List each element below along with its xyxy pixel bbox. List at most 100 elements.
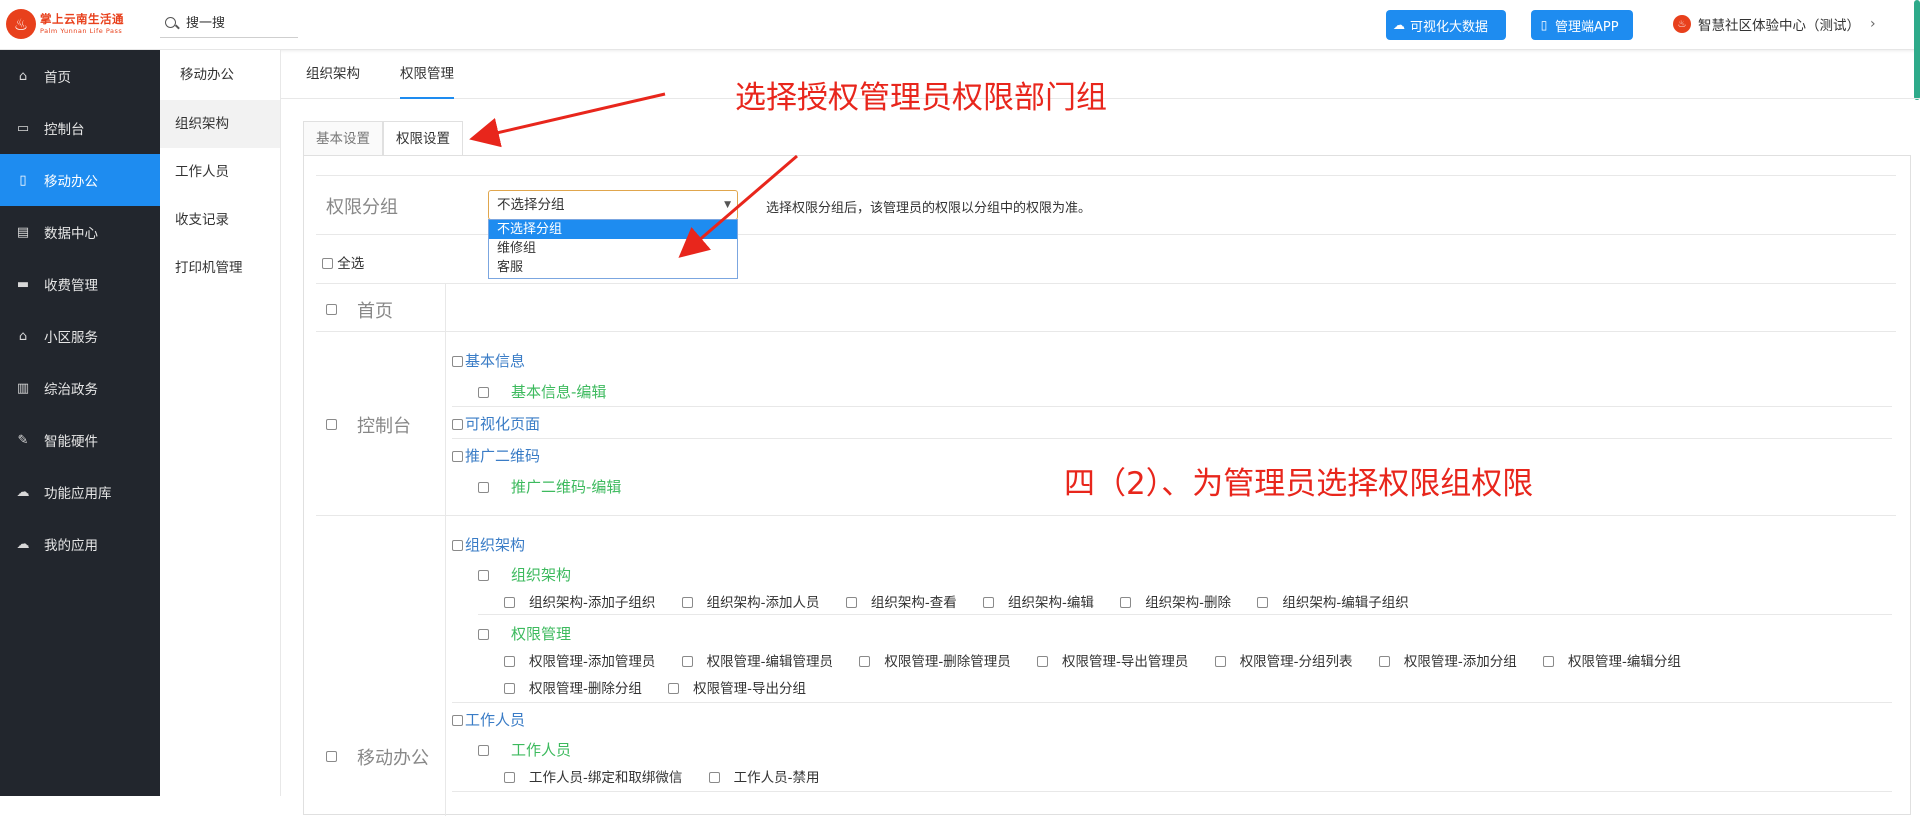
perm-l3[interactable]: 权限管理-导出分组 (668, 677, 806, 697)
perm-checkbox[interactable] (478, 745, 489, 756)
perm-l3[interactable]: 组织架构-添加人员 (681, 591, 820, 611)
perm-checkbox[interactable] (478, 629, 489, 640)
perm-checkbox[interactable] (983, 597, 995, 608)
dropdown-option[interactable]: 不选择分组 (489, 220, 737, 239)
perm-checkbox[interactable] (1214, 656, 1226, 667)
perm-l3[interactable]: 权限管理-添加管理员 (504, 650, 655, 670)
sidebar-item-app-library[interactable]: ☁ 功能应用库 (0, 466, 160, 518)
sub-item-finance[interactable]: 收支记录 (160, 196, 280, 244)
search-icon[interactable] (164, 16, 180, 32)
perm-l3[interactable]: 权限管理-编辑管理员 (681, 650, 833, 670)
perm-checkbox[interactable] (478, 570, 489, 581)
sidebar-item-mobile-office[interactable]: ▯ 移动办公 (0, 154, 160, 206)
section-checkbox[interactable] (326, 751, 337, 762)
perm-checkbox[interactable] (504, 656, 515, 667)
perm-l3[interactable]: 权限管理-导出管理员 (1037, 650, 1188, 670)
permission-group-row: 权限分组 不选择分组 ▼ 选择权限分组后，该管理员的权限以分组中的权限为准。 不… (316, 175, 1896, 279)
logo[interactable]: ♨ 掌上云南生活通 Palm Yunnan Life Pass (6, 9, 124, 39)
perm-l3[interactable]: 权限管理-删除分组 (504, 677, 642, 697)
mobile-icon: ▯ (19, 172, 27, 188)
perm-checkbox[interactable] (452, 419, 463, 430)
perm-l3[interactable]: 工作人员-禁用 (708, 766, 820, 786)
perm-l3[interactable]: 组织架构-编辑 (983, 591, 1094, 611)
permission-group-label: 权限分组 (326, 197, 398, 218)
perm-l2[interactable]: 权限管理 (478, 623, 571, 644)
perm-checkbox[interactable] (845, 597, 857, 608)
sidebar-item-my-apps[interactable]: ☁ 我的应用 (0, 518, 160, 570)
bigdata-button[interactable]: ☁ 可视化大数据 (1386, 10, 1506, 40)
sidebar-item-label: 收费管理 (44, 278, 98, 294)
tab-permission[interactable]: 权限管理 (400, 50, 454, 99)
sub-item-org[interactable]: 组织架构 (160, 100, 280, 148)
sidebar-item-data-center[interactable]: ▤ 数据中心 (0, 206, 160, 258)
cloud-download-icon: ☁ (16, 484, 30, 500)
sidebar-item-hardware[interactable]: ✎ 智能硬件 (0, 414, 160, 466)
user-menu[interactable]: ♨ 智慧社区体验中心（测试） › (1673, 14, 1876, 34)
perm-checkbox[interactable] (478, 482, 489, 493)
perm-checkbox[interactable] (1037, 656, 1049, 667)
dropdown-option[interactable]: 维修组 (489, 239, 737, 258)
perm-checkbox[interactable] (452, 451, 463, 462)
admin-app-button[interactable]: ▯ 管理端APP (1531, 10, 1633, 40)
logo-subtitle: Palm Yunnan Life Pass (40, 27, 123, 35)
perm-l3[interactable]: 组织架构-查看 (845, 591, 957, 611)
perm-l1[interactable]: 组织架构 (452, 534, 525, 555)
perm-checkbox[interactable] (452, 715, 463, 726)
tab-org[interactable]: 组织架构 (306, 50, 360, 98)
perm-l2[interactable]: 工作人员 (478, 739, 571, 760)
select-all-checkbox[interactable] (322, 258, 333, 269)
perm-checkbox[interactable] (504, 772, 515, 783)
perm-l3[interactable]: 权限管理-分组列表 (1214, 650, 1353, 670)
perm-l2[interactable]: 推广二维码-编辑 (478, 476, 621, 497)
perm-l1[interactable]: 工作人员 (452, 709, 525, 730)
chevron-right-icon[interactable]: › (1870, 16, 1876, 32)
perm-l1[interactable]: 可视化页面 (452, 413, 540, 434)
sub-item-staff[interactable]: 工作人员 (160, 148, 280, 196)
permission-group-dropdown: 不选择分组 维修组 客服 (488, 219, 738, 279)
sidebar-item-console[interactable]: ▭ 控制台 (0, 102, 160, 154)
perm-checkbox[interactable] (1120, 597, 1132, 608)
perm-checkbox[interactable] (1257, 597, 1269, 608)
perm-checkbox[interactable] (504, 683, 515, 694)
sidebar-item-community[interactable]: ⌂ 小区服务 (0, 310, 160, 362)
perm-checkbox[interactable] (708, 772, 720, 783)
perm-l1[interactable]: 推广二维码 (452, 445, 540, 466)
sidebar-item-label: 综治政务 (44, 382, 98, 398)
perm-l2[interactable]: 组织架构 (478, 564, 571, 585)
perm-checkbox[interactable] (1543, 656, 1555, 667)
perm-l3[interactable]: 权限管理-添加分组 (1378, 650, 1517, 670)
dropdown-option[interactable]: 客服 (489, 258, 737, 277)
perm-checkbox[interactable] (478, 387, 489, 398)
perm-l3[interactable]: 组织架构-编辑子组织 (1257, 591, 1409, 611)
sidebar-item-governance[interactable]: ▥ 综治政务 (0, 362, 160, 414)
perm-l3[interactable]: 权限管理-删除管理员 (859, 650, 1011, 670)
select-all[interactable]: 全选 (322, 252, 364, 272)
perm-checkbox[interactable] (452, 540, 463, 551)
perm-checkbox[interactable] (668, 683, 680, 694)
tab-permission-settings[interactable]: 权限设置 (383, 121, 463, 156)
tab-basic-settings[interactable]: 基本设置 (303, 121, 383, 156)
perm-checkbox[interactable] (1378, 656, 1390, 667)
perm-l3[interactable]: 组织架构-添加子组织 (504, 591, 655, 611)
main-content: 组织架构 权限管理 基本设置 权限设置 权限分组 不选择分组 ▼ 选择权限分组后… (281, 50, 1920, 816)
perm-l1[interactable]: 基本信息 (452, 350, 525, 371)
perm-l3[interactable]: 组织架构-删除 (1120, 591, 1231, 611)
perm-checkbox[interactable] (681, 597, 693, 608)
section-checkbox[interactable] (326, 419, 337, 430)
sub-item-printer[interactable]: 打印机管理 (160, 244, 280, 292)
perm-checkbox[interactable] (504, 597, 515, 608)
admin-app-button-label: 管理端APP (1555, 19, 1619, 35)
perm-l2[interactable]: 基本信息-编辑 (478, 381, 606, 402)
perm-checkbox[interactable] (452, 356, 463, 367)
permission-group-select[interactable]: 不选择分组 ▼ (488, 190, 738, 220)
section-checkbox[interactable] (326, 304, 337, 315)
perm-l3[interactable]: 权限管理-编辑分组 (1543, 650, 1681, 670)
perm-checkbox[interactable] (859, 656, 871, 667)
sidebar-item-billing[interactable]: ▬ 收费管理 (0, 258, 160, 310)
home-icon: ⌂ (18, 328, 28, 344)
search-input[interactable] (186, 16, 294, 31)
perm-l3[interactable]: 工作人员-绑定和取绑微信 (504, 766, 682, 786)
sidebar-item-home[interactable]: ⌂ 首页 (0, 50, 160, 102)
search-box[interactable] (160, 10, 298, 38)
perm-checkbox[interactable] (681, 656, 693, 667)
